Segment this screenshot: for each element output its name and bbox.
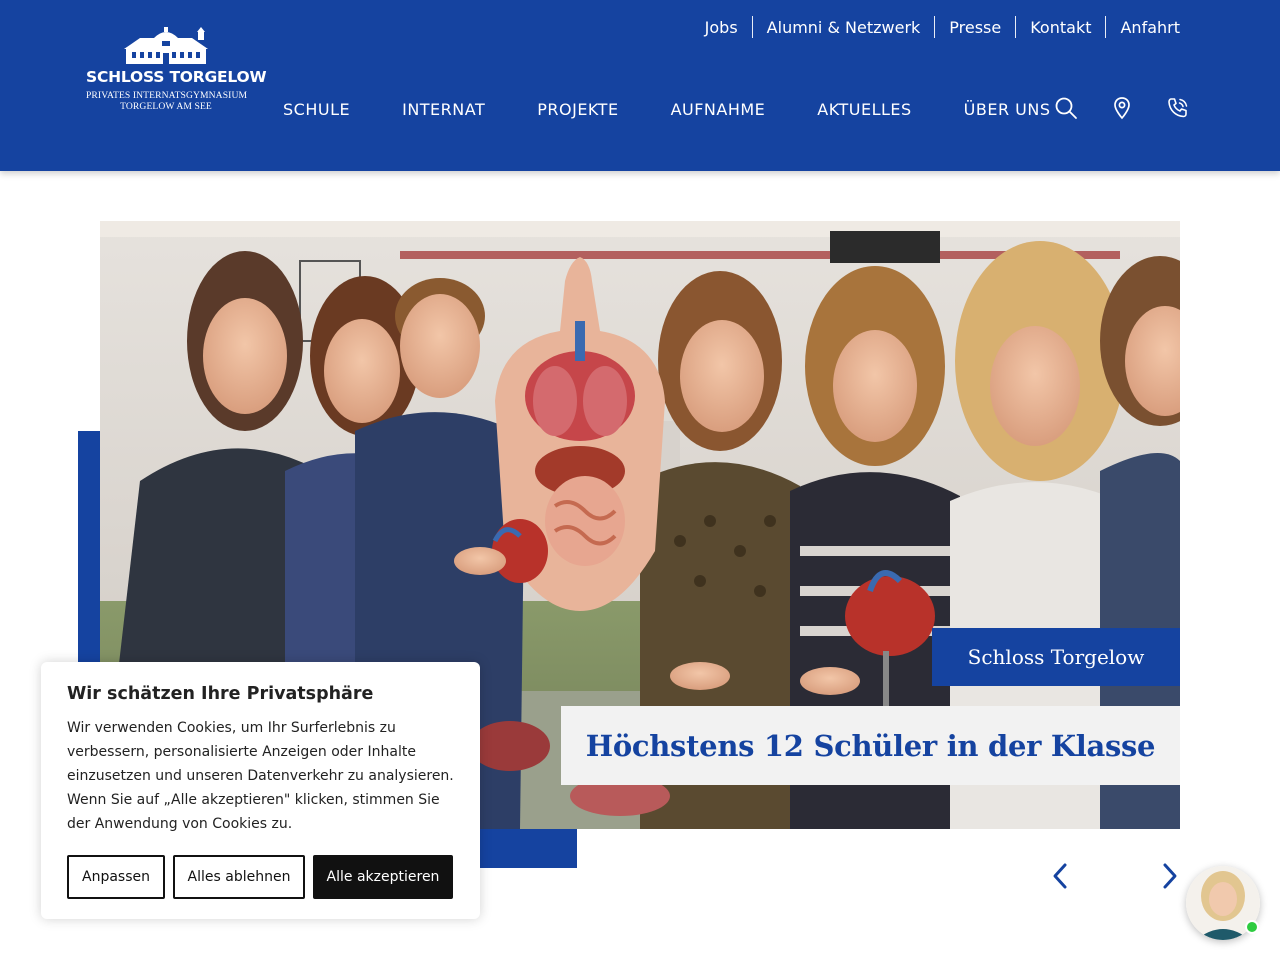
top-link-anfahrt[interactable]: Anfahrt [1120, 18, 1180, 37]
slider-next-button[interactable] [1158, 862, 1182, 890]
nav-separator [1015, 16, 1017, 38]
logo-name: SCHLOSS TORGELOW [86, 68, 267, 86]
nav-item-internat[interactable]: INTERNAT [402, 100, 485, 119]
cookie-text: Wir verwenden Cookies, um Ihr Surferlebn… [67, 720, 454, 832]
nav-item-aufnahme[interactable]: AUFNAHME [671, 100, 766, 119]
nav-item-schule[interactable]: SCHULE [283, 100, 350, 119]
site-header: SCHLOSS TORGELOW PRIVATES INTERNATSGYMNA… [0, 0, 1280, 171]
cookie-buttons: Anpassen Alles ablehnen Alle akzeptieren [67, 855, 453, 899]
cookie-customize-button[interactable]: Anpassen [67, 855, 165, 899]
header-icons [1054, 96, 1222, 120]
location-pin-icon[interactable] [1110, 96, 1134, 120]
nav-item-aktuelles[interactable]: AKTUELLES [817, 100, 911, 119]
chevron-right-icon [1163, 863, 1177, 889]
site-logo[interactable]: SCHLOSS TORGELOW PRIVATES INTERNATSGYMNA… [86, 26, 267, 118]
nav-item-projekte[interactable]: PROJEKTE [537, 100, 618, 119]
nav-item-ueber-uns[interactable]: ÜBER UNS [964, 100, 1051, 119]
logo-subtitle: PRIVATES INTERNATSGYMNASIUM [86, 90, 248, 101]
top-link-presse[interactable]: Presse [949, 18, 1001, 37]
top-link-jobs[interactable]: Jobs [705, 18, 738, 37]
nav-separator [751, 16, 753, 38]
phone-icon[interactable] [1166, 96, 1190, 120]
top-navigation: Jobs Alumni & Netzwerk Presse Kontakt An… [705, 16, 1180, 38]
hero-caption-headline: Höchstens 12 Schüler in der Klasse [561, 706, 1180, 785]
castle-logo-icon [124, 27, 208, 64]
logo-location: TORGELOW AM SEE [120, 100, 212, 112]
chat-online-status-dot [1245, 920, 1259, 934]
slider-prev-button[interactable] [1048, 862, 1072, 890]
main-navigation: SCHULE INTERNAT PROJEKTE AUFNAHME AKTUEL… [283, 98, 1103, 120]
search-icon[interactable] [1054, 96, 1078, 120]
top-link-kontakt[interactable]: Kontakt [1030, 18, 1091, 37]
cookie-title: Wir schätzen Ihre Privatsphäre [67, 684, 374, 704]
chevron-left-icon [1053, 863, 1067, 889]
nav-separator [934, 16, 936, 38]
cookie-consent-dialog: Wir schätzen Ihre Privatsphäre Wir verwe… [41, 662, 480, 919]
cookie-reject-button[interactable]: Alles ablehnen [173, 855, 305, 899]
hero-accent-bar-bottom [480, 828, 577, 868]
hero-caption-school-name: Schloss Torgelow [932, 628, 1180, 686]
top-link-alumni[interactable]: Alumni & Netzwerk [767, 18, 921, 37]
cookie-accept-button[interactable]: Alle akzeptieren [313, 855, 453, 899]
nav-separator [1105, 16, 1107, 38]
